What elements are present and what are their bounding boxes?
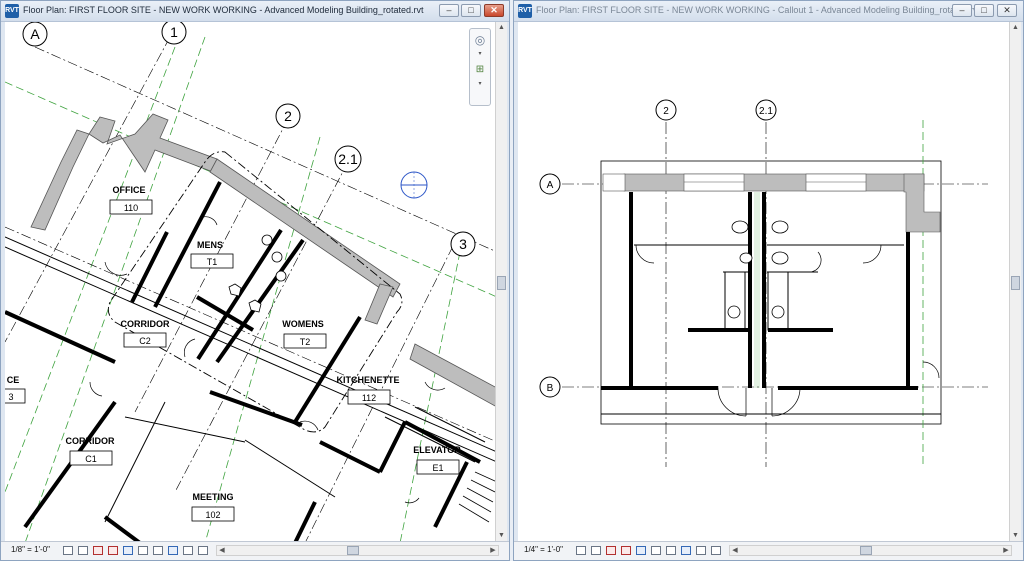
maximize-button[interactable]: □ [461,4,481,17]
maximize-button[interactable]: □ [974,4,994,17]
room-name-mens: MENS [197,240,223,250]
worksets-icon[interactable] [183,546,193,555]
scroll-thumb-h[interactable] [347,546,359,555]
chevron-down-icon[interactable]: ▾ [476,81,484,87]
chevron-down-icon[interactable]: ▾ [476,51,484,57]
reveal-hidden-icon[interactable] [168,546,178,555]
left-view-window[interactable]: RVT Floor Plan: FIRST FLOOR SITE - NEW W… [0,0,510,561]
minimize-button[interactable]: – [952,4,972,17]
room-number-3: 3 [8,392,13,402]
room-number-e1: E1 [432,463,443,473]
left-view-control-bar: 1/8" = 1'-0" ◀ ▶ [1,541,509,560]
room-name-womens: WOMENS [282,319,324,329]
right-vertical-scrollbar[interactable]: ▲ ▼ [1009,22,1021,541]
room-number-c1: C1 [85,454,97,464]
temporary-hide-icon[interactable] [666,546,676,555]
grid-label-A: A [30,26,40,42]
exterior-wall-top [602,173,941,233]
reveal-hidden-icon[interactable] [681,546,691,555]
temporary-hide-icon[interactable] [153,546,163,555]
design-options-icon[interactable] [198,546,208,555]
left-vertical-scrollbar[interactable]: ▲ ▼ [495,22,507,541]
sun-path-icon[interactable] [93,546,103,555]
design-options-icon[interactable] [711,546,721,555]
room-name-meeting: MEETING [192,492,233,502]
room-name-office: OFFICE [113,185,146,195]
left-title-bar[interactable]: RVT Floor Plan: FIRST FLOOR SITE - NEW W… [1,1,509,22]
grid-label-3: 3 [459,236,467,252]
close-button[interactable]: ✕ [997,4,1017,17]
room-number-t1: T1 [207,257,218,267]
scroll-thumb[interactable] [497,276,506,290]
revit-app-icon: RVT [518,4,532,18]
room-number-t2: T2 [300,337,311,347]
shadows-icon[interactable] [621,546,631,555]
grid-label-2-1: 2.1 [759,106,773,117]
scroll-up-icon[interactable]: ▲ [496,22,507,33]
scroll-thumb[interactable] [1011,276,1020,290]
show-crop-icon[interactable] [651,546,661,555]
scroll-down-icon[interactable]: ▼ [1010,530,1021,541]
visual-style-icon[interactable] [78,546,88,555]
left-drawing-canvas[interactable]: A 1 2 2.1 3 OFFICE MENS CORRIDOR WOMENS … [5,22,495,541]
grid-label-A: A [547,180,554,191]
right-title-bar[interactable]: RVT Floor Plan: FIRST FLOOR SITE - NEW W… [514,1,1023,22]
room-name-elevator: ELEVATOR [413,445,461,455]
left-window-title: Floor Plan: FIRST FLOOR SITE - NEW WORK … [23,5,424,15]
steering-wheel-icon[interactable]: ◎ [473,33,487,47]
visual-style-icon[interactable] [591,546,601,555]
crop-region[interactable] [600,160,942,425]
crop-view-icon[interactable] [636,546,646,555]
scroll-down-icon[interactable]: ▼ [496,530,507,541]
right-window-title: Floor Plan: FIRST FLOOR SITE - NEW WORK … [536,5,980,15]
stair [458,471,495,523]
view-scale[interactable]: 1/8" = 1'-0" [11,545,50,554]
minimize-button[interactable]: – [439,4,459,17]
navigation-bar: ◎ ▾ ⊞ ▾ [469,28,491,106]
scroll-right-icon[interactable]: ▶ [1001,546,1011,555]
right-drawing-canvas[interactable]: 2 2.1 A B [518,22,1009,541]
right-view-control-bar: 1/4" = 1'-0" ◀ ▶ [514,541,1023,560]
worksets-icon[interactable] [696,546,706,555]
shadows-icon[interactable] [108,546,118,555]
scroll-thumb-h[interactable] [860,546,872,555]
room-number-112: 112 [362,393,376,403]
close-button[interactable]: ✕ [484,4,504,17]
detail-level-icon[interactable] [63,546,73,555]
room-name-cut: CE [7,375,20,385]
room-name-corridor-c2: CORRIDOR [121,319,170,329]
sun-path-icon[interactable] [606,546,616,555]
interior-walls [5,181,481,541]
scroll-right-icon[interactable]: ▶ [488,546,498,555]
left-floor-plan-drawing[interactable]: A 1 2 2.1 3 OFFICE MENS CORRIDOR WOMENS … [5,22,495,541]
door-swings [89,216,446,504]
left-horizontal-scrollbar[interactable]: ◀ ▶ [216,545,499,556]
right-horizontal-scrollbar[interactable]: ◀ ▶ [729,545,1012,556]
section-marker[interactable] [400,171,428,199]
crop-view-icon[interactable] [123,546,133,555]
room-name-corridor-c1: CORRIDOR [66,436,115,446]
show-crop-icon[interactable] [138,546,148,555]
grid-label-1: 1 [170,24,178,40]
scroll-left-icon[interactable]: ◀ [217,546,227,555]
room-number-110: 110 [124,203,138,213]
right-view-window[interactable]: RVT Floor Plan: FIRST FLOOR SITE - NEW W… [513,0,1024,561]
room-number-102: 102 [205,510,220,520]
detail-level-icon[interactable] [576,546,586,555]
grid-label-2: 2 [284,108,292,124]
zoom-icon[interactable]: ⊞ [473,63,487,77]
grid-label-2-1: 2.1 [338,151,358,167]
revit-app-icon: RVT [5,4,19,18]
grid-label-B: B [547,383,554,394]
scroll-up-icon[interactable]: ▲ [1010,22,1021,33]
view-scale[interactable]: 1/4" = 1'-0" [524,545,563,554]
wall-highlight [754,192,760,388]
scroll-left-icon[interactable]: ◀ [730,546,740,555]
callout-floor-plan-drawing[interactable]: 2 2.1 A B [518,22,1009,541]
room-number-c2: C2 [139,336,151,346]
grid-label-2: 2 [663,106,669,117]
room-name-kitchenette: KITCHENETTE [337,375,400,385]
